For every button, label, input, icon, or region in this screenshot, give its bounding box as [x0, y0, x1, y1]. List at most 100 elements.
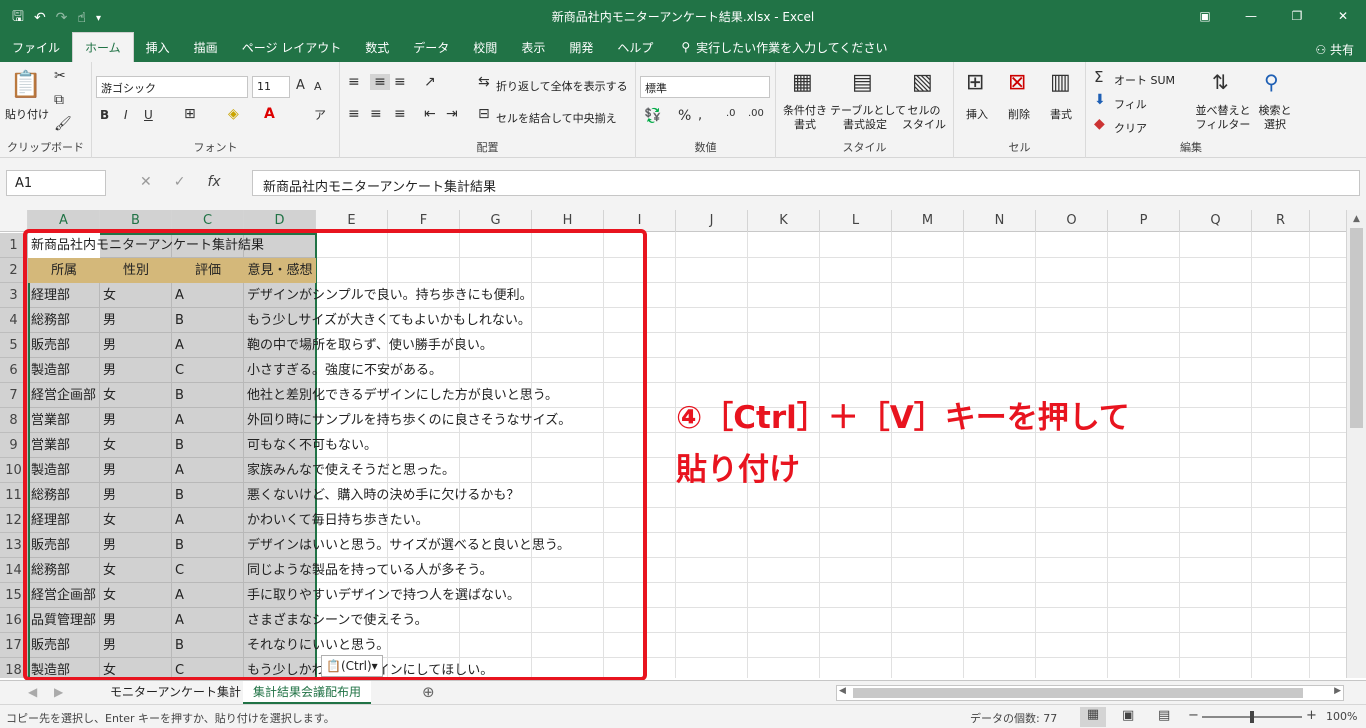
- table-cell[interactable]: B: [172, 633, 244, 658]
- delete-cells-button[interactable]: 削除: [1008, 106, 1030, 122]
- insert-cells-button[interactable]: 挿入: [966, 106, 988, 122]
- table-cell[interactable]: 手に取りやすいデザインで持つ人を選ばない。: [244, 583, 644, 608]
- table-cell[interactable]: C: [172, 358, 244, 383]
- sort-filter-icon[interactable]: ⇅: [1212, 70, 1229, 94]
- table-cell[interactable]: 鞄の中で場所を取らず、使い勝手が良い。: [244, 333, 644, 358]
- row-header[interactable]: 2: [0, 258, 28, 283]
- fill-button[interactable]: フィル: [1114, 96, 1147, 112]
- decrease-indent-icon[interactable]: ⇤: [424, 106, 436, 122]
- scroll-right-icon[interactable]: ▶: [1334, 686, 1341, 696]
- table-cell[interactable]: 男: [100, 608, 172, 633]
- table-cell[interactable]: 女: [100, 583, 172, 608]
- column-header-e[interactable]: E: [316, 210, 388, 232]
- close-icon[interactable]: ✕: [1320, 0, 1366, 32]
- increase-decimal-icon[interactable]: .0: [726, 108, 736, 119]
- font-color-icon[interactable]: A: [264, 106, 275, 122]
- table-cell[interactable]: 経理部: [28, 283, 100, 308]
- table-cell[interactable]: 家族みんなで使えそうだと思った。: [244, 458, 644, 483]
- next-sheet-icon[interactable]: ▶: [44, 681, 73, 705]
- table-cell[interactable]: 男: [100, 408, 172, 433]
- comma-icon[interactable]: ,: [698, 108, 702, 123]
- table-cell[interactable]: さまざまなシーンで使えそう。: [244, 608, 644, 633]
- column-header-i[interactable]: I: [604, 210, 676, 232]
- table-cell[interactable]: A: [172, 458, 244, 483]
- add-sheet-icon[interactable]: ⊕: [412, 681, 445, 705]
- tab-developer[interactable]: 開発: [557, 32, 605, 62]
- table-cell[interactable]: 女: [100, 283, 172, 308]
- column-header-c[interactable]: C: [172, 210, 244, 232]
- table-cell[interactable]: 女: [100, 383, 172, 408]
- normal-view-icon[interactable]: ▦: [1080, 707, 1106, 727]
- row-header[interactable]: 16: [0, 608, 28, 633]
- insert-function-icon[interactable]: fx: [207, 174, 220, 190]
- decrease-font-icon[interactable]: A: [314, 80, 322, 93]
- percent-icon[interactable]: %: [678, 108, 691, 124]
- cut-icon[interactable]: ✂: [54, 68, 66, 84]
- number-format-combo[interactable]: 標準: [640, 76, 770, 98]
- table-cell[interactable]: 男: [100, 483, 172, 508]
- font-size-combo[interactable]: 11: [252, 76, 290, 98]
- table-cell[interactable]: 男: [100, 308, 172, 333]
- delete-cells-icon[interactable]: ⊠: [1008, 70, 1026, 95]
- cell-styles-button[interactable]: セルの スタイル: [900, 104, 948, 132]
- fill-icon[interactable]: ⬇: [1094, 92, 1106, 108]
- table-cell[interactable]: 外回り時にサンプルを持ち歩くのに良さそうなサイズ。: [244, 408, 644, 433]
- row-header[interactable]: 11: [0, 483, 28, 508]
- tab-insert[interactable]: 挿入: [134, 32, 182, 62]
- table-cell[interactable]: 可もなく不可もない。: [244, 433, 644, 458]
- table-cell[interactable]: B: [172, 383, 244, 408]
- row-header[interactable]: 14: [0, 558, 28, 583]
- share-button[interactable]: ⚇ 共有: [1315, 41, 1354, 58]
- column-header-q[interactable]: Q: [1180, 210, 1252, 232]
- page-break-view-icon[interactable]: ▤: [1158, 708, 1170, 723]
- table-cell[interactable]: B: [172, 433, 244, 458]
- table-cell[interactable]: かわいくて毎日持ち歩きたい。: [244, 508, 644, 533]
- align-bottom-icon[interactable]: ≡: [394, 74, 406, 90]
- zoom-level[interactable]: 100%: [1326, 710, 1357, 723]
- table-cell[interactable]: デザインはいいと思う。サイズが選べると良いと思う。: [244, 533, 644, 558]
- conditional-format-button[interactable]: 条件付き 書式: [781, 104, 829, 132]
- table-cell[interactable]: 総務部: [28, 483, 100, 508]
- cancel-icon[interactable]: ✕: [140, 174, 152, 190]
- merge-center-button[interactable]: セルを結合して中央揃え: [496, 110, 617, 126]
- table-cell[interactable]: 小さすぎる。強度に不安がある。: [244, 358, 644, 383]
- underline-icon[interactable]: U: [144, 108, 153, 122]
- table-cell[interactable]: 女: [100, 508, 172, 533]
- table-cell[interactable]: 営業部: [28, 408, 100, 433]
- table-cell[interactable]: C: [172, 658, 244, 678]
- column-header-r[interactable]: R: [1252, 210, 1310, 232]
- table-cell[interactable]: 女: [100, 433, 172, 458]
- autosum-button[interactable]: オート SUM: [1114, 72, 1175, 88]
- table-cell[interactable]: C: [172, 558, 244, 583]
- page-layout-view-icon[interactable]: ▣: [1122, 708, 1134, 723]
- row-header[interactable]: 17: [0, 633, 28, 658]
- row-header[interactable]: 18: [0, 658, 28, 678]
- align-center-icon[interactable]: ≡: [370, 106, 382, 122]
- merge-center-icon[interactable]: ⊟: [478, 106, 490, 122]
- column-header-b[interactable]: B: [100, 210, 172, 232]
- cell-styles-icon[interactable]: ▧: [912, 70, 933, 95]
- select-all-corner[interactable]: [0, 210, 28, 232]
- ribbon-display-icon[interactable]: ▣: [1182, 0, 1228, 32]
- scroll-thumb[interactable]: [1350, 228, 1363, 428]
- decrease-decimal-icon[interactable]: .00: [748, 108, 764, 119]
- column-header-a[interactable]: A: [28, 210, 100, 232]
- fill-color-icon[interactable]: ◈: [228, 106, 239, 122]
- zoom-in-icon[interactable]: +: [1306, 708, 1317, 723]
- sheet-tab-survey[interactable]: モニターアンケート集計: [100, 681, 253, 705]
- table-cell[interactable]: B: [172, 308, 244, 333]
- table-cell[interactable]: 男: [100, 333, 172, 358]
- scroll-left-icon[interactable]: ◀: [839, 686, 846, 696]
- formula-input[interactable]: 新商品社内モニターアンケート集計結果: [252, 170, 1360, 196]
- enter-icon[interactable]: ✓: [174, 174, 186, 190]
- row-header[interactable]: 1: [0, 233, 28, 258]
- vertical-scrollbar[interactable]: ▲: [1346, 210, 1366, 678]
- table-cell[interactable]: 女: [100, 558, 172, 583]
- copy-icon[interactable]: ⧉: [54, 92, 64, 108]
- table-cell[interactable]: 男: [100, 458, 172, 483]
- row-header[interactable]: 10: [0, 458, 28, 483]
- table-header-cell[interactable]: 意見・感想: [244, 258, 316, 283]
- table-cell[interactable]: B: [172, 533, 244, 558]
- table-cell[interactable]: 経営企画部: [28, 383, 100, 408]
- tab-file[interactable]: ファイル: [0, 32, 72, 62]
